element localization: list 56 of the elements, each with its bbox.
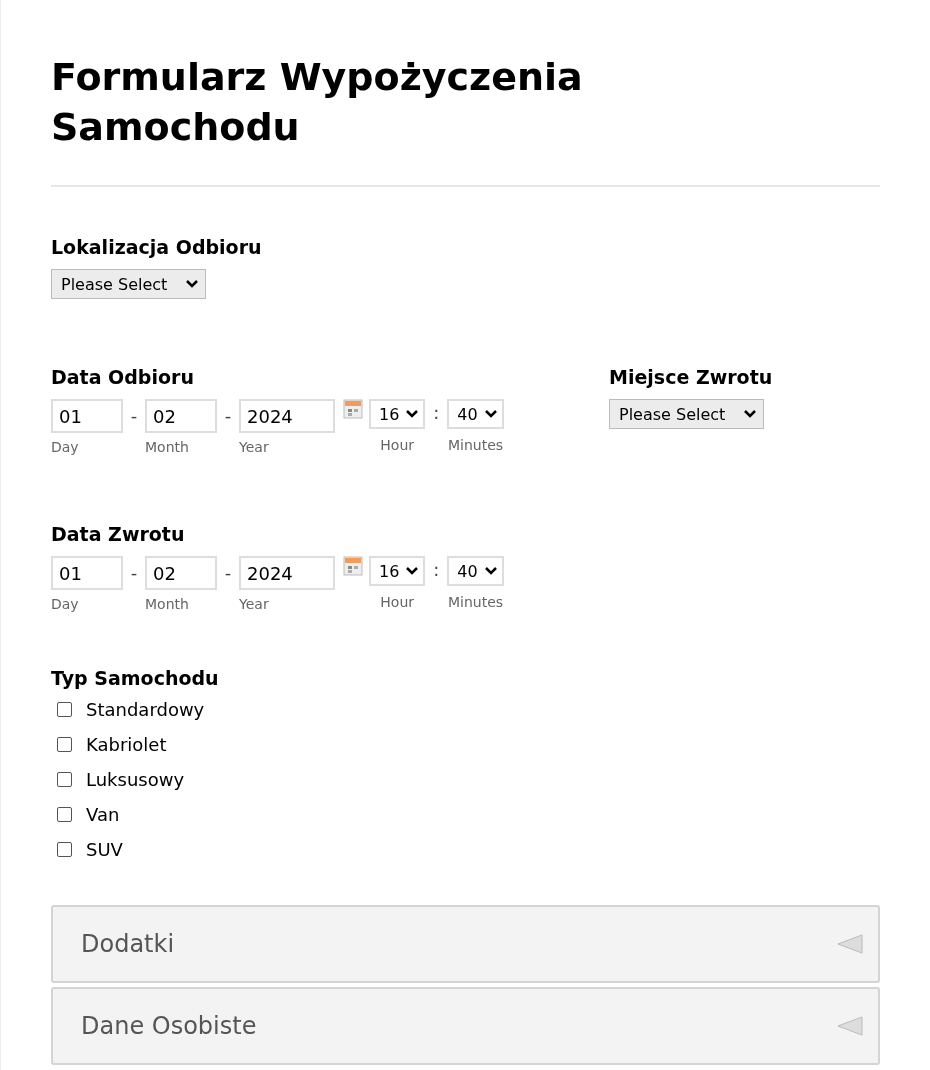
- calendar-icon[interactable]: [343, 556, 363, 576]
- section-title: Dane Osobiste: [81, 1012, 257, 1040]
- calendar-icon[interactable]: [343, 399, 363, 419]
- field-sublabel: Year: [239, 596, 270, 612]
- field-label: Typ Samochodu: [51, 666, 220, 690]
- field-sublabel: Month: [145, 596, 190, 612]
- minute-dropdown[interactable]: 40: [447, 556, 504, 586]
- separator: :: [432, 401, 441, 425]
- hour-dropdown[interactable]: 16: [369, 556, 426, 586]
- separator: :: [432, 558, 441, 582]
- date-input[interactable]: 02: [145, 399, 217, 433]
- collapsible-section[interactable]: Dodatki: [51, 905, 880, 983]
- field-sublabel: Minutes: [447, 437, 504, 453]
- field-sublabel: Month: [145, 439, 190, 455]
- chevron-down-icon: [405, 409, 420, 419]
- checkbox-label: Kabriolet: [86, 734, 167, 755]
- date-input[interactable]: 01: [51, 399, 123, 433]
- field-sublabel: Hour: [380, 437, 415, 453]
- field-sublabel: Day: [51, 439, 80, 455]
- field-sublabel: Hour: [380, 594, 415, 610]
- field-label: Miejsce Zwrotu: [609, 365, 773, 389]
- collapsible-section[interactable]: Dane Osobiste: [51, 987, 880, 1065]
- field-label: Data Odbioru: [51, 365, 195, 389]
- minute-dropdown[interactable]: 40: [447, 399, 504, 429]
- checkbox[interactable]: [57, 772, 72, 787]
- checkbox-label: Van: [86, 804, 120, 825]
- checkbox-label: Standardowy: [86, 699, 205, 720]
- chevron-down-icon: [483, 566, 498, 576]
- separator: -: [129, 561, 139, 585]
- separator: -: [223, 404, 233, 428]
- chevron-down-icon: [185, 279, 199, 289]
- dropdown[interactable]: Please Select: [51, 269, 206, 299]
- chevron-down-icon: [483, 409, 498, 419]
- chevron-down-icon: [743, 409, 757, 419]
- separator: -: [129, 404, 139, 428]
- checkbox[interactable]: [57, 702, 72, 717]
- field-sublabel: Day: [51, 596, 80, 612]
- checkbox[interactable]: [57, 737, 72, 752]
- date-input[interactable]: 2024: [239, 399, 335, 433]
- field-label: Lokalizacja Odbioru: [51, 235, 263, 259]
- field-sublabel: Minutes: [447, 594, 504, 610]
- date-input[interactable]: 01: [51, 556, 123, 590]
- date-input[interactable]: 2024: [239, 556, 335, 590]
- checkbox[interactable]: [57, 842, 72, 857]
- chevron-down-icon: [405, 566, 420, 576]
- field-sublabel: Year: [239, 439, 270, 455]
- checkbox-label: Luksusowy: [86, 769, 185, 790]
- checkbox[interactable]: [57, 807, 72, 822]
- form-title: Formularz Wypożyczenia Samochodu: [51, 54, 584, 151]
- separator: -: [223, 561, 233, 585]
- dropdown[interactable]: Please Select: [609, 399, 764, 429]
- date-input[interactable]: 02: [145, 556, 217, 590]
- checkbox-label: SUV: [86, 839, 123, 860]
- section-title: Dodatki: [81, 930, 175, 958]
- field-label: Data Zwrotu: [51, 522, 186, 546]
- hour-dropdown[interactable]: 16: [369, 399, 426, 429]
